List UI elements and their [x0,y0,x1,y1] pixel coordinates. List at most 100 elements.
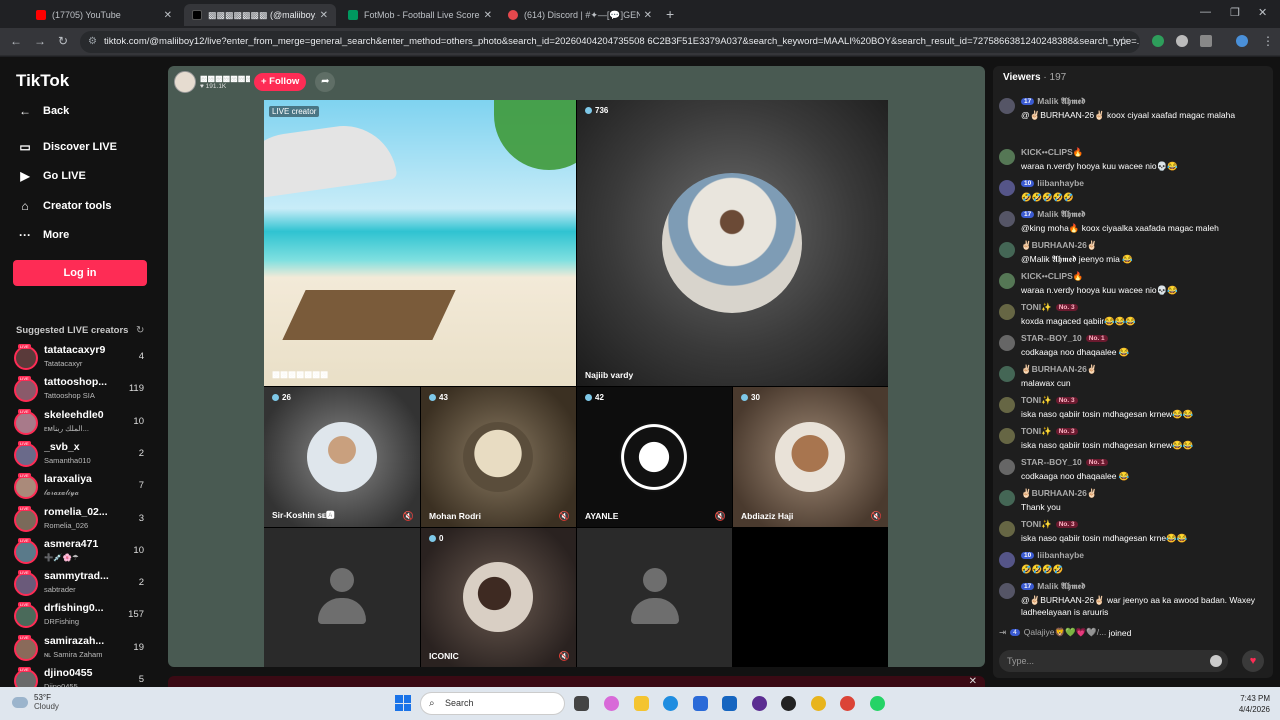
chat-avatar[interactable] [999,211,1015,227]
chat-avatar[interactable] [999,273,1015,289]
chrome-icon[interactable] [811,696,826,711]
chrome-active-icon[interactable] [840,696,855,711]
close-tab-icon[interactable]: ✕ [644,10,652,21]
chat-avatar[interactable] [999,335,1015,351]
task-view-icon[interactable] [574,696,589,711]
nav-discover-live[interactable]: ▭ Discover LIVE [16,140,117,154]
chat-avatar[interactable] [999,242,1015,258]
chat-username[interactable]: TONI✨ No. 3 [1021,426,1078,437]
chat-avatar[interactable] [999,521,1015,537]
chat-avatar[interactable] [999,180,1015,196]
empty-seat[interactable] [577,528,732,667]
chat-username[interactable]: STAR--BOY_10 No. 1 [1021,457,1108,467]
browser-menu-icon[interactable]: ⋮ [1262,34,1274,48]
suggested-creator[interactable]: LIVE skeleehdle0 ᴇᴍالملك ربنا... 10 [14,408,154,441]
tab-tiktok[interactable]: ▩▩▩▩▩▩▩ (@maliiboy12...✕ [184,4,336,26]
suggested-creator[interactable]: LIVE romelia_02... Romelia_026 3 [14,505,154,538]
heart-gift-button[interactable]: ♥ [1242,650,1264,672]
suggested-creator[interactable]: LIVE samirazah... ɴʟ Samira Zaham 19 [14,634,154,667]
chat-username[interactable]: ✌🏻BURHAAN-26✌🏻 [1021,488,1097,499]
taskbar-search[interactable]: ⌕ Search [420,692,565,715]
chat-username[interactable]: 10 liibanhaybe [1021,178,1084,188]
minimize-button[interactable]: — [1200,6,1211,18]
tab-youtube[interactable]: (17705) YouTube ✕ [28,4,180,26]
chat-username[interactable]: STAR--BOY_10 No. 1 [1021,333,1108,343]
suggested-creator[interactable]: LIVE laraxaliya 𝓁𝒶𝓇𝒶𝓍𝒶𝓁𝒾𝓎𝒶 7 [14,473,154,505]
follow-button[interactable]: + Follow [254,73,307,91]
chat-avatar[interactable] [999,304,1015,320]
chat-input[interactable]: Type... [999,650,1228,672]
shield-extension-icon[interactable] [1152,35,1164,47]
guest-tile[interactable]: 42 AYANLE 🔇 [577,387,732,527]
chat-username[interactable]: TONI✨ No. 3 [1021,302,1078,313]
chat-username[interactable]: ✌🏻BURHAAN-26✌🏻 [1021,364,1097,375]
host-avatar[interactable] [174,71,196,93]
close-tab-icon[interactable]: ✕ [164,10,172,21]
tab-fotmob[interactable]: FotMob - Football Live Scores ✕ [340,4,500,26]
store-icon[interactable] [693,696,708,711]
chat-username[interactable]: TONI✨ No. 3 [1021,395,1078,406]
guest-tile[interactable]: 0 ICONIC 🔇 [421,528,576,667]
refresh-icon[interactable]: ↻ [136,325,144,336]
new-tab-button[interactable]: + [666,6,674,22]
suggested-creator[interactable]: LIVE sammytrad... sabtrader 2 [14,570,154,602]
guest-tile[interactable]: 30 Abdiaziz Haji 🔇 [733,387,888,527]
guest-tile[interactable]: 736 Najiib vardy [577,100,888,386]
guest-tile[interactable]: 43 Mohan Rodri 🔇 [421,387,576,527]
suggested-creator[interactable]: LIVE djino0455 Djino0455 5 [14,667,154,687]
empty-seat[interactable] [264,528,420,667]
nav-creator-tools[interactable]: ⌂ Creator tools [16,199,111,213]
file-explorer-icon[interactable] [634,696,649,711]
tiktok-logo[interactable]: TikTok [16,71,69,91]
viewers-header[interactable]: Viewers · 197 [1003,72,1066,83]
guest-tile[interactable]: LIVE creator ▩▩▩▩▩▩▩ [264,100,576,386]
close-tab-icon[interactable]: ✕ [320,10,328,21]
chat-username[interactable]: KICK••CLIPS🔥 [1021,271,1083,282]
weather-widget[interactable]: 53°F Cloudy [12,693,59,711]
outlook-icon[interactable] [722,696,737,711]
site-info-icon[interactable]: ⚙ [88,31,97,53]
chat-avatar[interactable] [999,583,1015,599]
chat-avatar[interactable] [999,459,1015,475]
start-button[interactable] [395,695,411,711]
whatsapp-icon[interactable] [870,696,885,711]
nav-more[interactable]: ··· More [16,228,69,242]
back-button[interactable]: ← [10,34,22,48]
suggested-creator[interactable]: LIVE tatatacaxyr9 Tatatacaxyr 4 [14,344,154,376]
reload-button[interactable]: ↻ [58,34,68,48]
suggested-creator[interactable]: LIVE _svb_x Samantha010 2 [14,440,154,473]
chat-username[interactable]: 17 Malik 𝕬𝖍𝖒𝖊𝖉 [1021,581,1085,592]
suggested-creator[interactable]: LIVE drfishing0... DRFishing 157 [14,602,154,634]
chat-avatar[interactable] [999,149,1015,165]
forward-button[interactable]: → [34,34,46,48]
chat-username[interactable]: KICK••CLIPS🔥 [1021,147,1083,158]
emoji-icon[interactable] [1210,655,1222,667]
app-icon[interactable] [781,696,796,711]
chat-username[interactable]: ✌🏻BURHAAN-26✌🏻 [1021,240,1097,251]
bookmark-star-icon[interactable]: ☆ [1118,34,1129,48]
edge-icon[interactable] [663,696,678,711]
tab-discord[interactable]: (614) Discord | #✦—[💬]GENERAL✕ [500,4,660,26]
extensions-puzzle-icon[interactable] [1200,35,1212,47]
guest-tile[interactable]: 26 Sir-Koshin ꜱᴇ🅰 🔇 [264,387,420,527]
extension-icon[interactable] [1176,35,1188,47]
chat-username[interactable]: 17 Malik 𝕬𝖍𝖒𝖊𝖉 [1021,96,1085,107]
suggested-creator[interactable]: LIVE asmera471 ➕💉🌸☂ 10 [14,537,154,570]
chat-avatar[interactable] [999,490,1015,506]
close-tab-icon[interactable]: ✕ [484,10,492,21]
chat-avatar[interactable] [999,98,1015,114]
chat-username[interactable]: 10 liibanhaybe [1021,550,1084,560]
nav-go-live[interactable]: ▶ Go LIVE [16,169,85,183]
close-banner-icon[interactable]: ✕ [969,676,977,687]
host-name[interactable]: ▩▩▩▩▩▩▩ [200,74,250,83]
chat-username[interactable]: TONI✨ No. 3 [1021,519,1078,530]
maximize-button[interactable]: ❐ [1230,6,1240,19]
login-button[interactable]: Log in [13,260,147,286]
close-window-button[interactable]: ✕ [1258,6,1267,19]
url-input[interactable]: ⚙ tiktok.com/@maliiboy12/live?enter_from_… [80,31,1140,53]
chat-avatar[interactable] [999,366,1015,382]
chat-avatar[interactable] [999,552,1015,568]
clock[interactable]: 7:43 PM 4/4/2026 [1239,693,1270,715]
chat-avatar[interactable] [999,428,1015,444]
profile-avatar-icon[interactable] [1236,35,1248,47]
